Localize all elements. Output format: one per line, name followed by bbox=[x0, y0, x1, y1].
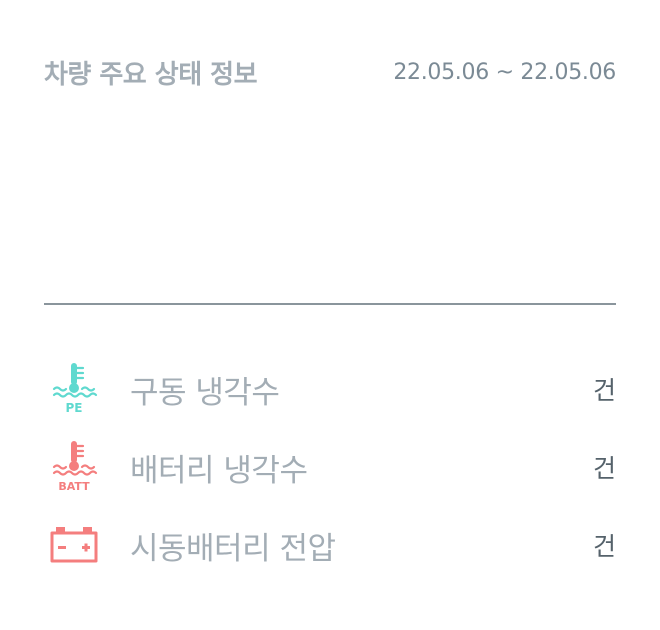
row-label: 구동 냉각수 bbox=[130, 374, 280, 411]
starter-battery-icon bbox=[44, 515, 104, 575]
row-count: 건 bbox=[591, 449, 616, 485]
count-unit: 건 bbox=[592, 532, 616, 561]
list-item[interactable]: PE 구동 냉각수 건 bbox=[44, 350, 616, 428]
divider bbox=[44, 303, 616, 305]
header: 차량 주요 상태 정보 22.05.06 ~ 22.05.06 bbox=[44, 52, 616, 92]
list-item[interactable]: BATT 배터리 냉각수 건 bbox=[44, 428, 616, 506]
battery-coolant-temp-icon: BATT bbox=[44, 437, 104, 497]
pe-icon-text: PE bbox=[66, 401, 83, 415]
row-count: 건 bbox=[591, 527, 616, 563]
list-item[interactable]: 시동배터리 전압 건 bbox=[44, 506, 616, 584]
page-title: 차량 주요 상태 정보 bbox=[44, 59, 258, 90]
row-label: 시동배터리 전압 bbox=[130, 530, 336, 567]
status-list: PE 구동 냉각수 건 BATT 배터리 냉각수 건 시동배터리 전압 건 bbox=[44, 350, 616, 584]
count-unit: 건 bbox=[592, 454, 616, 483]
count-unit: 건 bbox=[592, 376, 616, 405]
batt-icon-text: BATT bbox=[58, 480, 90, 493]
row-count: 건 bbox=[591, 371, 616, 407]
pe-coolant-temp-icon: PE bbox=[44, 359, 104, 419]
row-label: 배터리 냉각수 bbox=[130, 452, 308, 489]
date-range: 22.05.06 ~ 22.05.06 bbox=[393, 59, 616, 85]
